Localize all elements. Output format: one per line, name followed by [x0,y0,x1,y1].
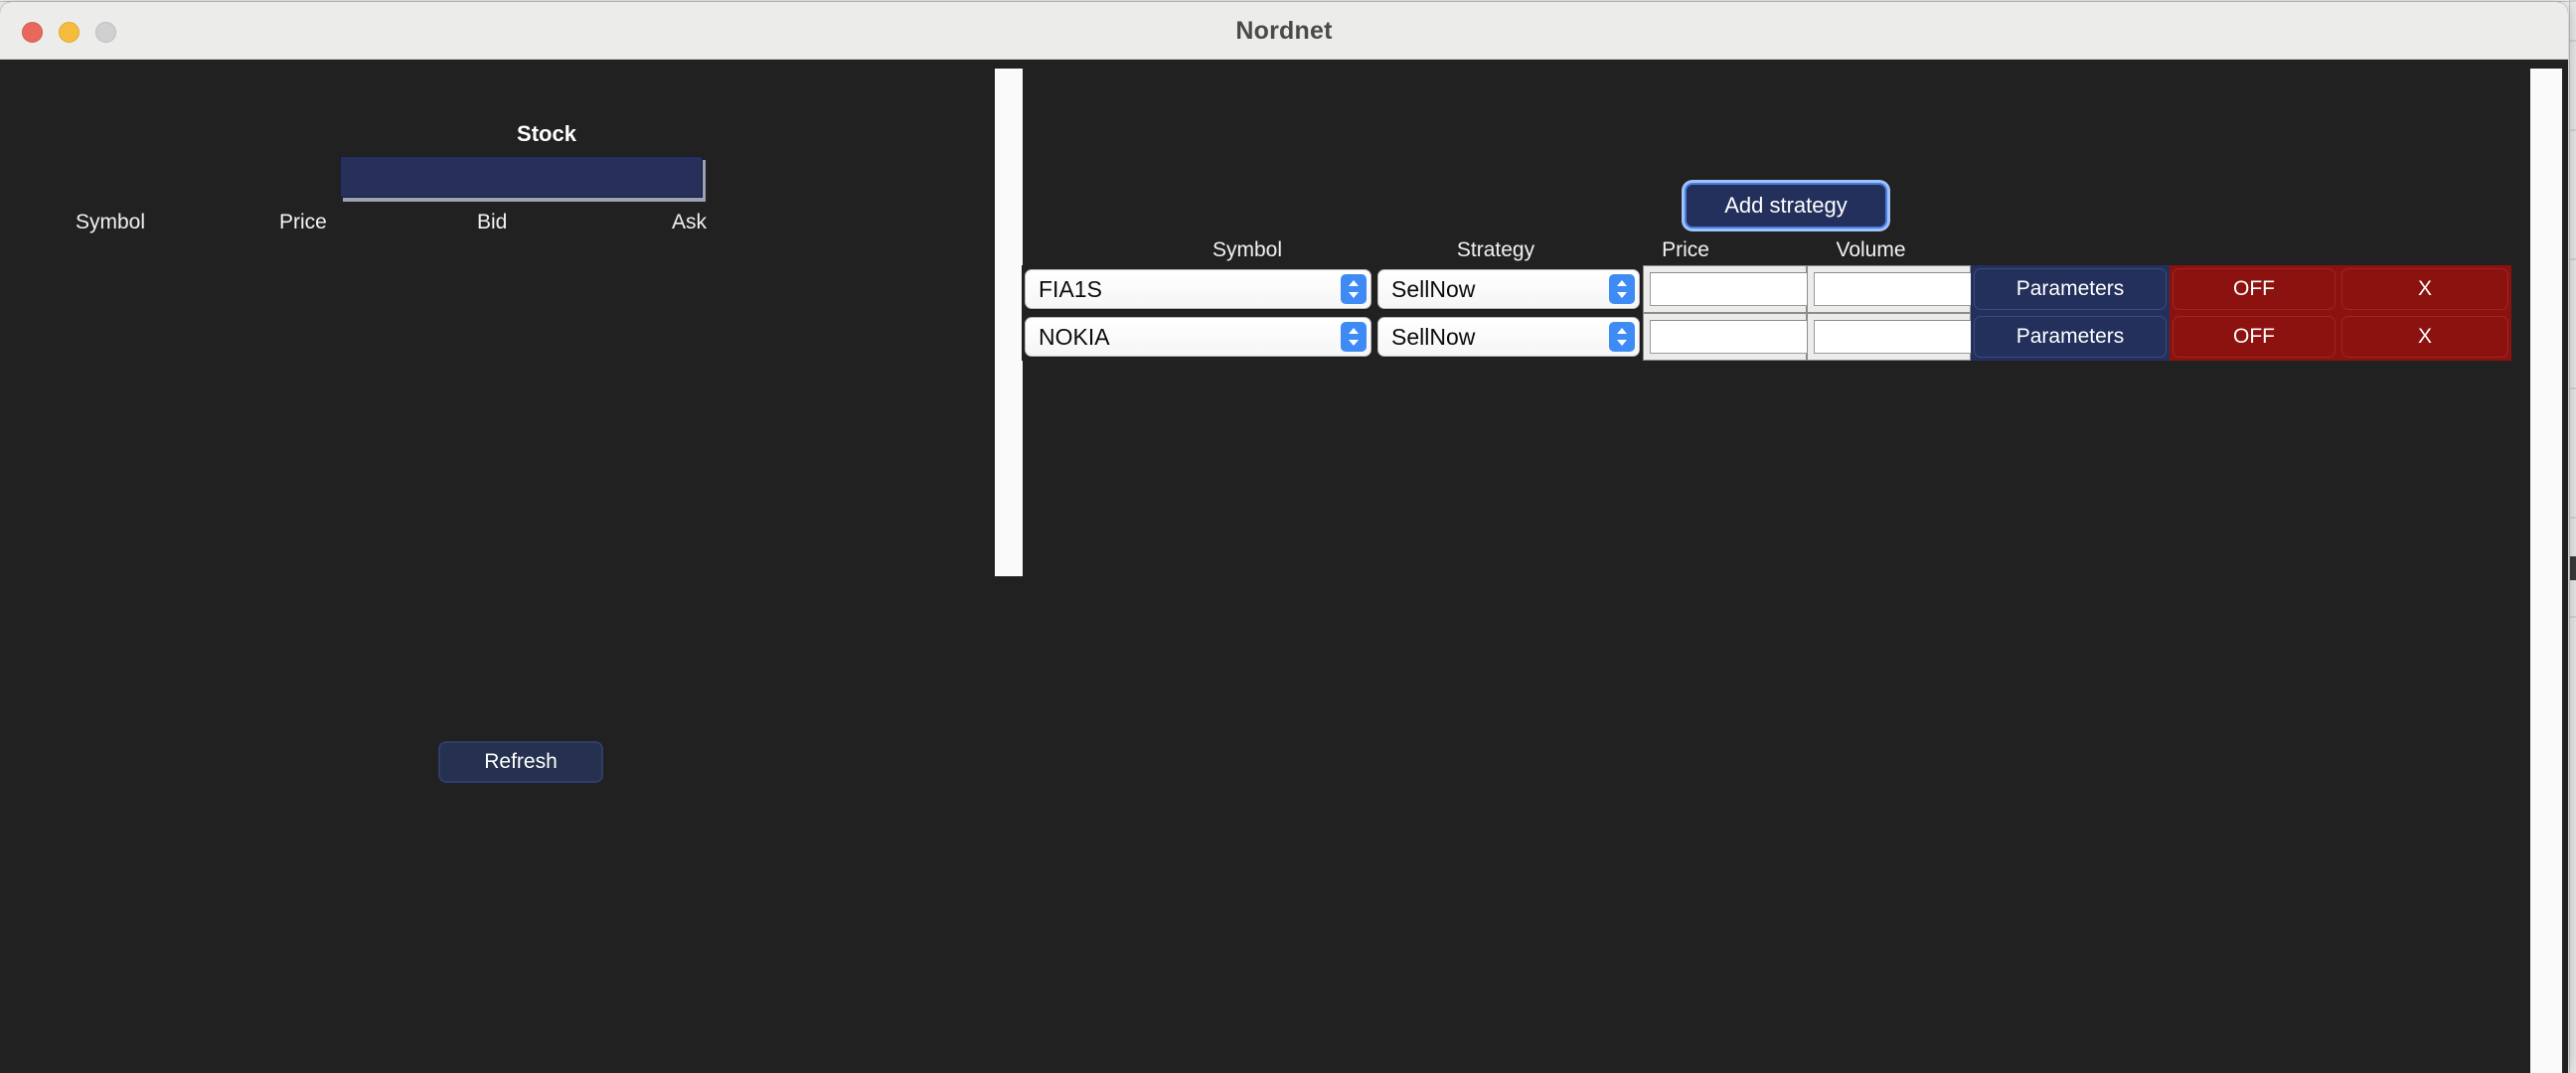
stock-column-bid: Bid [477,211,508,233]
stock-selected-row[interactable] [340,156,703,198]
window-right-scroll-track[interactable] [2530,69,2562,1073]
toggle-cell: OFF [2170,265,2338,313]
application-window: Nordnet Stock Symbol Price Bid Ask Refre… [0,2,2568,1073]
volume-field-cell [1807,313,2091,361]
table-row: NOKIA SellNow Parameters OFF X [1022,313,2516,361]
toggle-cell: OFF [2170,313,2338,361]
price-field-cell [1643,265,1927,313]
chevron-up-down-icon [1609,322,1635,352]
strategy-select-cell: SellNow [1374,265,1643,313]
table-row: FIA1S SellNow Parameters OFF X [1022,265,2516,313]
symbol-select-cell: NOKIA [1022,313,1374,361]
symbol-select[interactable]: NOKIA [1025,317,1371,357]
stock-column-symbol: Symbol [76,211,146,233]
stock-column-headers: Symbol Price Bid Ask [0,211,785,240]
parameters-cell: Parameters [1971,313,2170,361]
add-strategy-button[interactable]: Add strategy [1685,183,1887,229]
remove-cell: X [2338,313,2511,361]
volume-field-cell [1807,265,2091,313]
strategy-select-cell: SellNow [1374,313,1643,361]
chevron-up-down-icon [1341,322,1367,352]
symbol-select-cell: FIA1S [1022,265,1374,313]
stock-panel-heading: Stock [517,121,576,146]
remove-strategy-button[interactable]: X [2341,268,2508,310]
parameters-button[interactable]: Parameters [1974,268,2167,310]
remove-strategy-button[interactable]: X [2341,316,2508,358]
strategy-panel-scroll-track[interactable] [995,69,1023,576]
symbol-select[interactable]: FIA1S [1025,269,1371,309]
symbol-select-value: FIA1S [1039,275,1102,302]
chevron-up-down-icon [1609,274,1635,304]
strategy-column-volume: Volume [1836,238,1906,261]
symbol-select-value: NOKIA [1039,323,1110,350]
window-body: Stock Symbol Price Bid Ask Refresh Add s… [0,60,2568,1073]
parameters-cell: Parameters [1971,265,2170,313]
strategy-select-value: SellNow [1391,275,1476,302]
refresh-button[interactable]: Refresh [438,741,603,783]
price-field-cell [1643,313,1927,361]
strategy-select[interactable]: SellNow [1377,269,1640,309]
strategy-toggle-button[interactable]: OFF [2173,316,2335,358]
parameters-button[interactable]: Parameters [1974,316,2167,358]
strategy-toggle-button[interactable]: OFF [2173,268,2335,310]
remove-cell: X [2338,265,2511,313]
strategy-column-headers: Symbol Strategy Price Volume [974,238,2568,266]
strategy-select[interactable]: SellNow [1377,317,1640,357]
stock-panel: Stock Symbol Price Bid Ask Refresh [0,60,974,1073]
background-window-right [2569,0,2576,1073]
stock-column-ask: Ask [672,211,708,233]
window-titlebar: Nordnet [0,2,2568,60]
stock-column-price: Price [279,211,327,233]
strategy-table: FIA1S SellNow Parameters OFF X NOKIA Sel… [1022,265,2516,361]
window-title: Nordnet [1235,17,1333,45]
strategy-select-value: SellNow [1391,323,1476,350]
strategy-panel: Add strategy Symbol Strategy Price Volum… [974,60,2568,1073]
chevron-up-down-icon [1341,274,1367,304]
desktop-background: Nordnet Nordnet Stock [0,0,2576,1073]
